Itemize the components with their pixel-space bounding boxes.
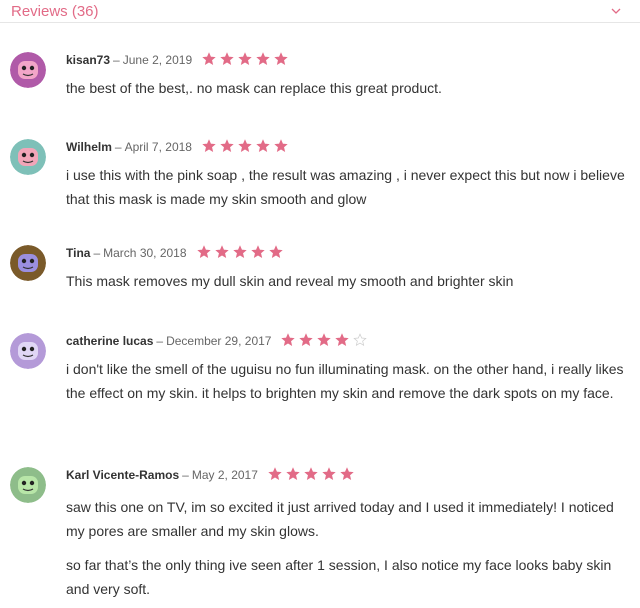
review-author: Tina	[66, 246, 91, 260]
frankenstein-avatar-icon	[10, 467, 46, 503]
star-filled-icon	[281, 332, 299, 350]
review-paragraph: This mask removes my dull skin and revea…	[66, 273, 514, 289]
review-paragraph: saw this one on TV, im so excited it jus…	[66, 499, 614, 539]
review-paragraph: i don't like the smell of the uguisu no …	[66, 361, 624, 401]
star-filled-icon	[317, 332, 335, 350]
star-rating	[196, 244, 287, 262]
star-filled-icon	[232, 244, 251, 262]
review-text: i use this with the pink soap , the resu…	[66, 163, 631, 211]
star-filled-icon	[220, 51, 238, 69]
review-text: the best of the best,. no mask can repla…	[66, 76, 631, 100]
star-filled-icon	[196, 244, 215, 262]
robot-avatar-icon	[10, 139, 46, 175]
star-filled-icon	[268, 466, 286, 484]
star-filled-icon	[299, 332, 317, 350]
review-paragraph: i use this with the pink soap , the resu…	[66, 167, 625, 207]
star-filled-icon	[202, 51, 220, 69]
separator: –	[182, 468, 189, 482]
separator: –	[114, 140, 122, 154]
star-filled-icon	[335, 332, 353, 350]
review-author: Wilhelm	[66, 140, 112, 154]
star-filled-icon	[256, 138, 274, 156]
star-rating	[202, 138, 292, 156]
star-filled-icon	[340, 466, 358, 484]
star-empty-icon	[353, 332, 371, 350]
review-text: This mask removes my dull skin and revea…	[66, 269, 631, 293]
star-filled-icon	[274, 138, 292, 156]
review-paragraph: so far that’s the only thing ive seen af…	[66, 557, 612, 597]
chevron-down-icon[interactable]	[610, 5, 622, 17]
alien-avatar-icon	[10, 333, 46, 369]
monster-avatar-icon	[10, 245, 46, 281]
star-rating	[268, 466, 358, 484]
review-text: saw this one on TV, im so excited it jus…	[66, 495, 631, 601]
review-meta: Tina – March 30, 2018	[66, 244, 287, 262]
reviews-title: Reviews (36)	[11, 2, 99, 20]
star-filled-icon	[250, 244, 269, 262]
review-date: March 30, 2018	[103, 246, 187, 260]
star-filled-icon	[220, 138, 238, 156]
review-author: catherine lucas	[66, 334, 154, 348]
review-meta: catherine lucas – December 29, 2017	[66, 332, 371, 350]
star-filled-icon	[274, 51, 292, 69]
review-paragraph: the best of the best,. no mask can repla…	[66, 80, 442, 96]
review-meta: Wilhelm – April 7, 2018	[66, 138, 292, 156]
review-text: i don't like the smell of the uguisu no …	[66, 357, 631, 405]
pig-avatar-icon	[10, 52, 46, 88]
review-author: kisan73	[66, 53, 111, 67]
star-rating	[202, 51, 292, 69]
star-filled-icon	[268, 244, 287, 262]
reviews-header[interactable]: Reviews (36)	[0, 0, 640, 23]
review-date: April 7, 2018	[124, 140, 192, 154]
review-meta: Karl Vicente-Ramos – May 2, 2017	[66, 466, 358, 484]
star-filled-icon	[214, 244, 233, 262]
star-filled-icon	[286, 466, 304, 484]
star-filled-icon	[322, 466, 340, 484]
separator: –	[113, 53, 120, 67]
star-filled-icon	[256, 51, 274, 69]
review-date: June 2, 2019	[122, 53, 193, 67]
separator: –	[93, 246, 101, 260]
review-author: Karl Vicente-Ramos	[66, 468, 180, 482]
star-filled-icon	[238, 51, 256, 69]
star-filled-icon	[238, 138, 256, 156]
star-filled-icon	[304, 466, 322, 484]
star-rating	[281, 332, 371, 350]
review-date: December 29, 2017	[166, 334, 272, 348]
review-meta: kisan73– June 2, 2019	[66, 51, 292, 69]
separator: –	[156, 334, 164, 348]
review-date: May 2, 2017	[191, 468, 258, 482]
star-filled-icon	[202, 138, 220, 156]
